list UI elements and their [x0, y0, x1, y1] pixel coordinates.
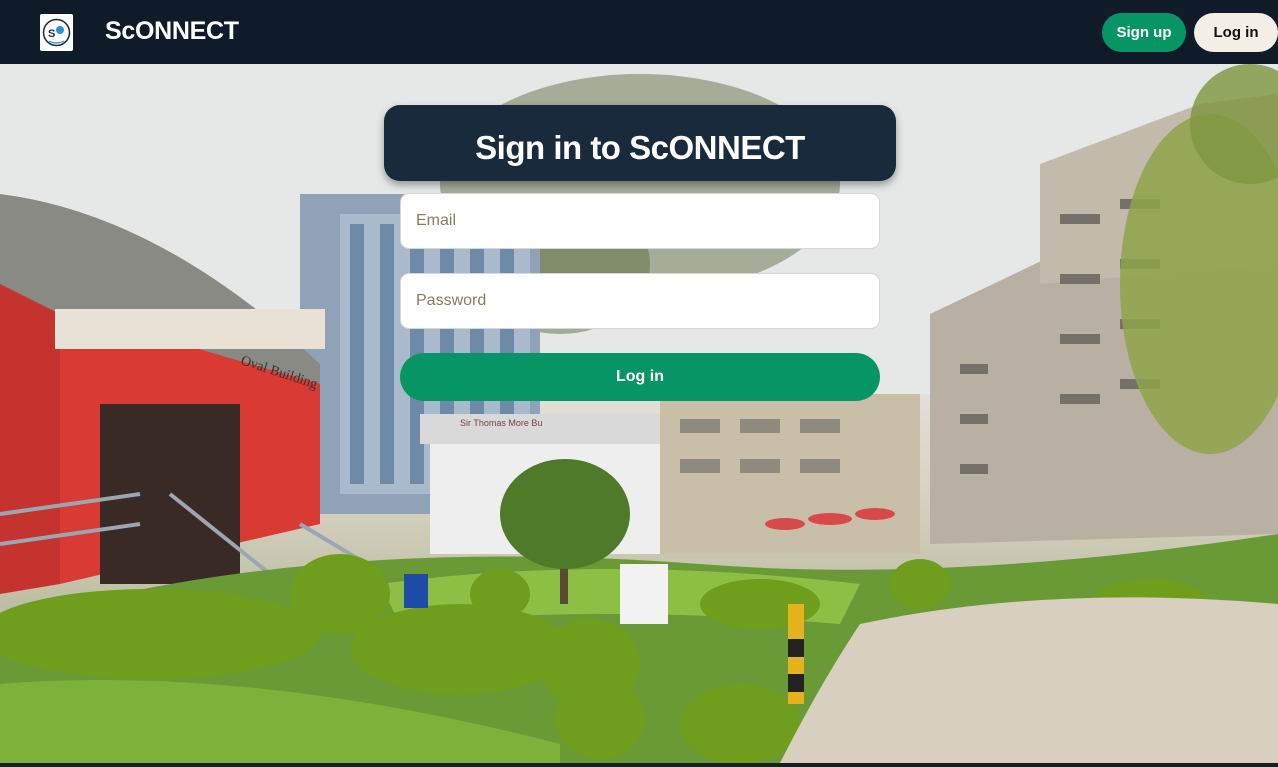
password-field[interactable] [400, 273, 880, 329]
header-login-button[interactable]: Log in [1194, 13, 1278, 52]
signin-title: Sign in to ScONNECT [475, 129, 805, 166]
signup-button[interactable]: Sign up [1102, 13, 1186, 52]
signin-heading-panel: Sign in to ScONNECT [384, 105, 896, 181]
sconnect-logo-icon[interactable]: S [40, 14, 73, 51]
email-field[interactable] [400, 193, 880, 249]
brand-name[interactable]: ScONNECT [105, 17, 239, 46]
top-navbar: S ScONNECT Sign up Log in [0, 0, 1278, 64]
bottom-strip [0, 763, 1278, 767]
login-submit-button[interactable]: Log in [400, 353, 880, 401]
svg-text:S: S [48, 28, 55, 40]
library-sign: Sir Thomas More Bu [460, 418, 542, 428]
